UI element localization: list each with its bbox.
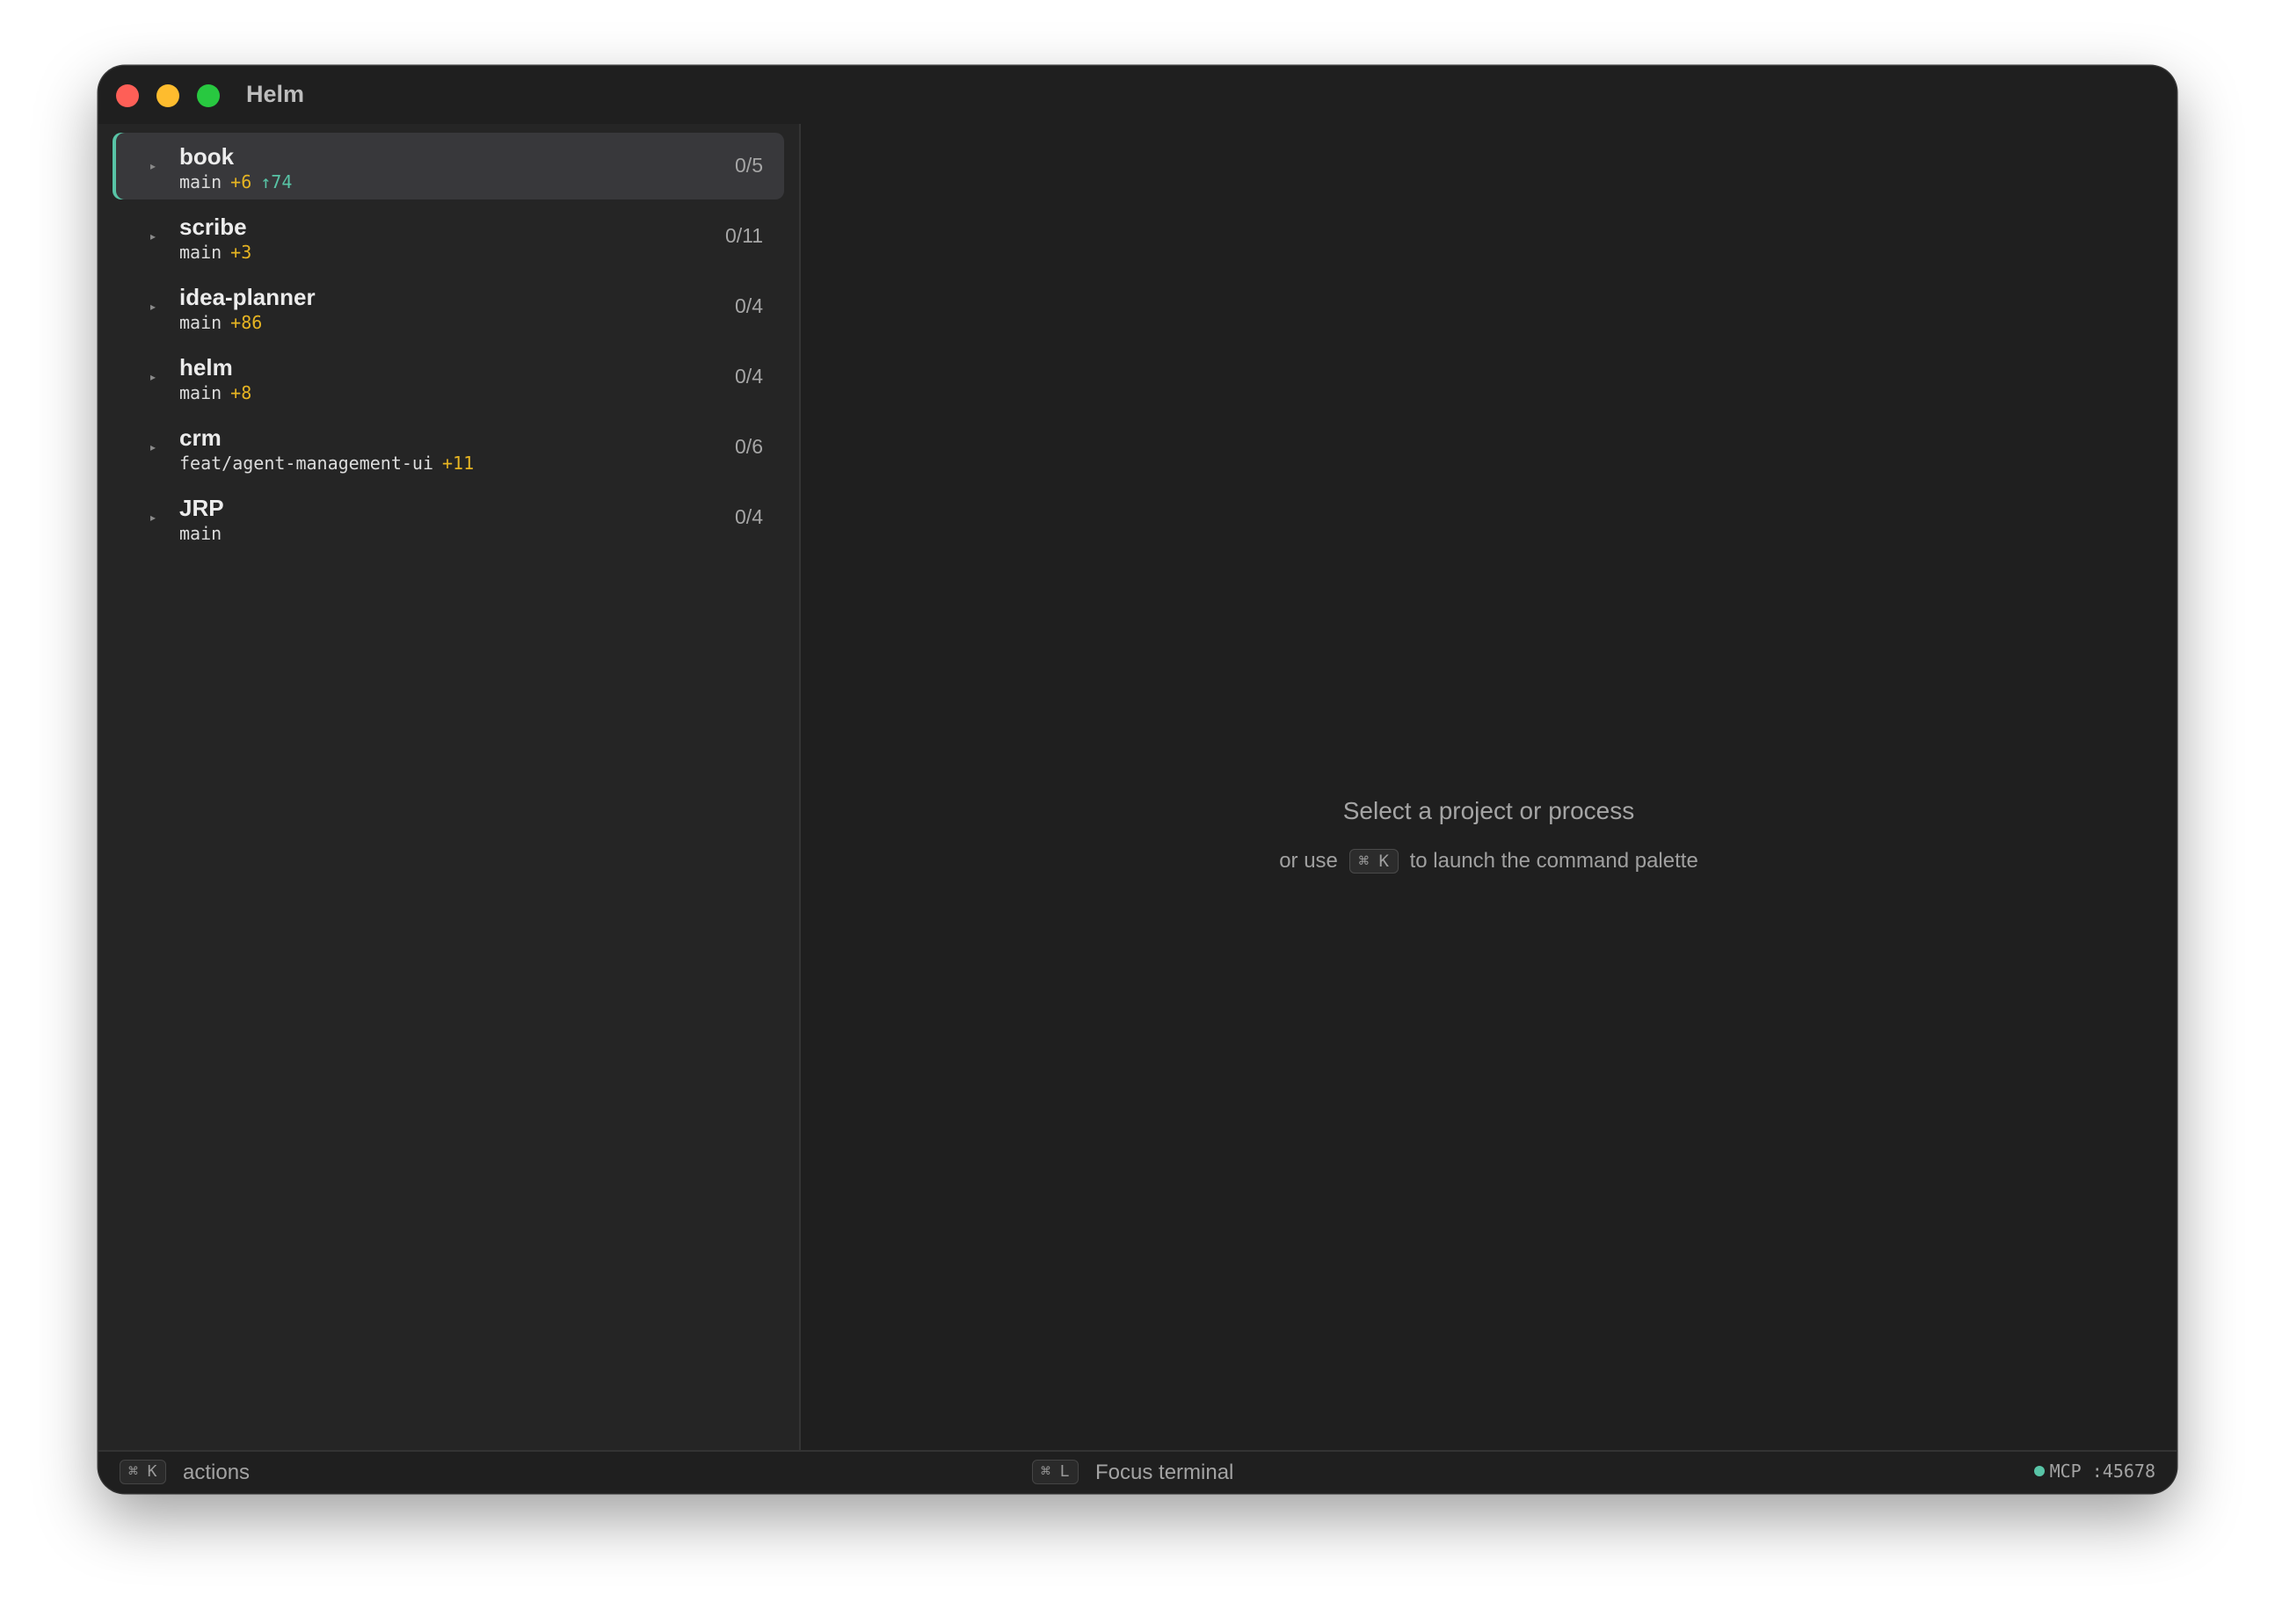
project-row-scribe[interactable]: ▸ scribe main +3 0/11: [113, 203, 784, 270]
process-count: 0/4: [735, 505, 763, 528]
project-row-idea-planner[interactable]: ▸ idea-planner main +86 0/4: [113, 273, 784, 340]
changes-count: +8: [230, 382, 252, 403]
project-sidebar: ▸ book main +6 ↑74 0/5 ▸ scribe main +3 0/1…: [98, 124, 801, 1452]
focus-terminal-button[interactable]: Focus terminal: [1095, 1461, 1233, 1485]
process-count: 0/4: [735, 365, 763, 388]
project-name: idea-planner: [179, 284, 316, 310]
expand-caret-icon[interactable]: ▸: [150, 371, 156, 383]
changes-count: +11: [441, 453, 475, 474]
branch-name: main: [179, 171, 222, 192]
title-bar: Helm: [98, 66, 2177, 124]
expand-caret-icon[interactable]: ▸: [150, 441, 156, 453]
status-dot-icon: [2033, 1466, 2045, 1476]
project-name: helm: [179, 354, 233, 381]
project-branch-line: main: [179, 523, 222, 544]
empty-state-hint: or use ⌘ K to launch the command palette: [801, 849, 2177, 874]
focus-terminal-shortcut-key[interactable]: ⌘ L: [1032, 1460, 1079, 1484]
expand-caret-icon[interactable]: ▸: [150, 230, 156, 243]
process-count: 0/4: [735, 294, 763, 317]
project-row-helm[interactable]: ▸ helm main +8 0/4: [113, 344, 784, 410]
empty-state-title: Select a project or process: [1342, 797, 1635, 824]
branch-name: main: [179, 382, 222, 403]
project-name: crm: [179, 424, 222, 451]
project-name: book: [179, 143, 235, 170]
window-title: Helm: [246, 81, 305, 107]
ahead-count: ↑74: [260, 171, 293, 192]
branch-name: feat/agent-management-ui: [179, 453, 433, 474]
changes-count: +86: [230, 312, 263, 333]
project-row-jrp[interactable]: ▸ JRP main 0/4: [113, 484, 784, 551]
changes-count: +6: [230, 171, 252, 192]
mcp-status: MCP :45678: [2033, 1461, 2155, 1482]
actions-shortcut-key[interactable]: ⌘ K: [120, 1460, 166, 1484]
project-row-crm[interactable]: ▸ crm feat/agent-management-ui +11 0/6: [113, 414, 784, 481]
project-branch-line: main +8: [179, 382, 251, 403]
branch-name: main: [179, 523, 222, 544]
minimize-window-button[interactable]: [156, 84, 179, 107]
expand-caret-icon[interactable]: ▸: [150, 160, 156, 172]
close-window-button[interactable]: [116, 84, 139, 107]
app-window: Helm ▸ book main +6 ↑74 0/5 ▸ scribe main +…: [98, 66, 2177, 1493]
process-count: 0/11: [724, 224, 763, 247]
project-name: JRP: [179, 495, 224, 521]
expand-caret-icon[interactable]: ▸: [150, 301, 156, 313]
branch-name: main: [179, 242, 222, 263]
project-branch-line: main +86: [179, 312, 262, 333]
zoom-window-button[interactable]: [197, 84, 220, 107]
hint-prefix: or use: [1279, 849, 1338, 873]
actions-button[interactable]: actions: [183, 1461, 250, 1485]
status-bar: ⌘ K actions ⌘ L Focus terminal MCP :4567…: [98, 1450, 2177, 1493]
expand-caret-icon[interactable]: ▸: [150, 511, 156, 524]
changes-count: +3: [230, 242, 252, 263]
project-branch-line: main +3: [179, 242, 251, 263]
project-row-book[interactable]: ▸ book main +6 ↑74 0/5: [113, 133, 784, 199]
process-count: 0/6: [735, 435, 763, 458]
main-panel: Select a project or process or use ⌘ K t…: [801, 124, 2177, 1452]
project-name: scribe: [179, 214, 247, 240]
command-palette-shortcut: ⌘ K: [1348, 849, 1399, 874]
branch-name: main: [179, 312, 222, 333]
project-branch-line: main +6 ↑74: [179, 171, 292, 192]
hint-suffix: to launch the command palette: [1409, 849, 1698, 873]
project-branch-line: feat/agent-management-ui +11: [179, 453, 474, 474]
mcp-label: MCP :45678: [2049, 1461, 2155, 1482]
process-count: 0/5: [735, 154, 763, 177]
